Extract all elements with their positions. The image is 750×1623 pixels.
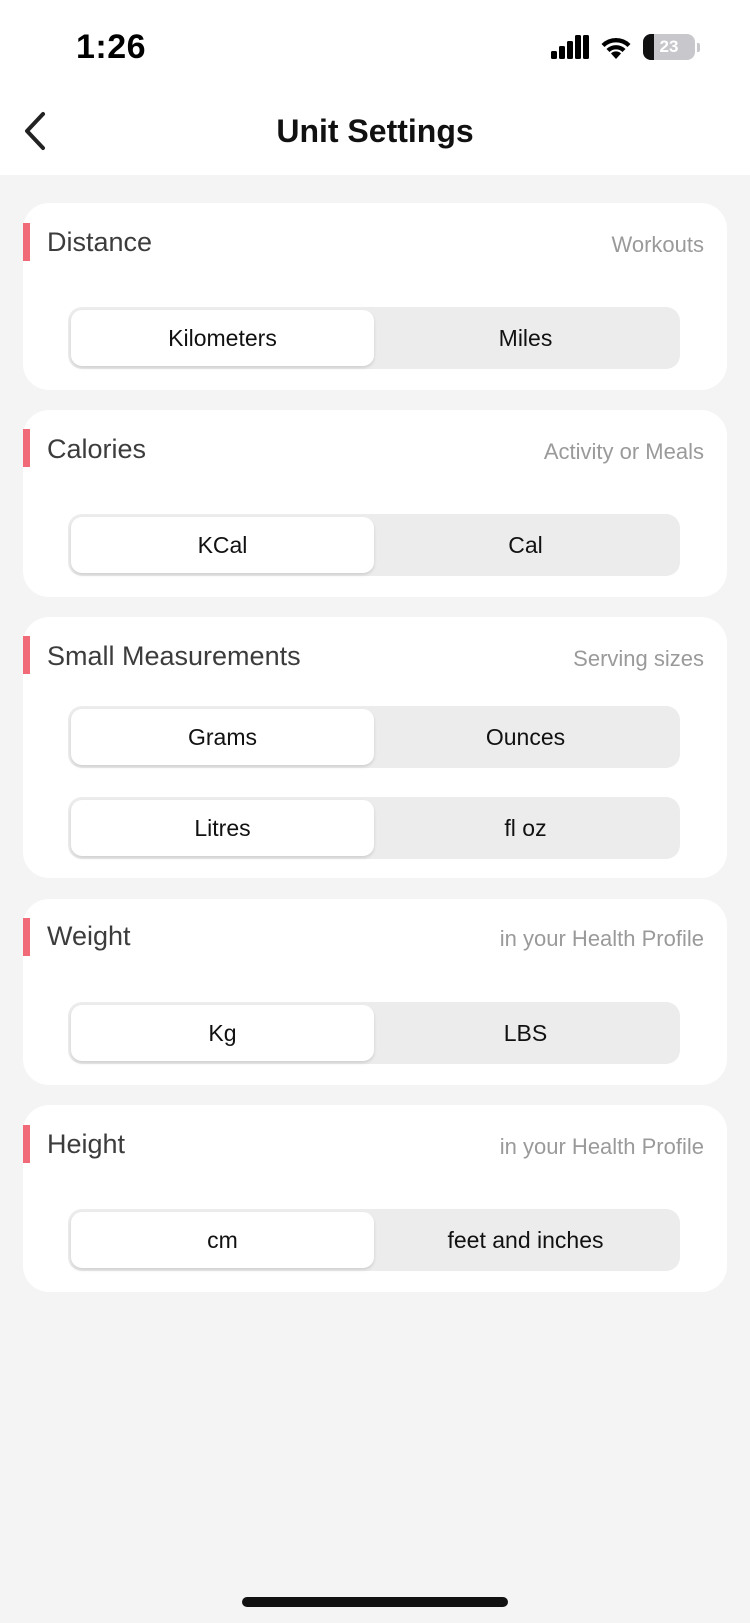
cellular-signal-icon — [551, 35, 589, 59]
section-subtitle: in your Health Profile — [499, 1134, 704, 1159]
section-accent-bar — [23, 636, 30, 674]
section-title: Small Measurements — [47, 641, 301, 671]
section-subtitle: Activity or Meals — [543, 439, 704, 464]
segment-ounces[interactable]: Ounces — [374, 709, 677, 765]
section-title: Calories — [47, 434, 147, 464]
section-subtitle: in your Health Profile — [499, 926, 704, 951]
weight-small-unit-toggle: Grams Ounces — [68, 706, 680, 768]
segment-grams[interactable]: Grams — [71, 709, 374, 765]
distance-card: Distance Workouts Kilometers Miles — [23, 203, 727, 390]
section-title: Distance — [47, 227, 153, 257]
segment-cm[interactable]: cm — [71, 1212, 374, 1268]
status-time: 1:26 — [76, 28, 147, 66]
header-area: 1:26 23 Unit Settings — [0, 0, 750, 175]
battery-level: 23 — [659, 37, 679, 56]
wifi-icon — [601, 37, 631, 59]
section-accent-bar — [23, 429, 30, 467]
segment-kg[interactable]: Kg — [71, 1005, 374, 1061]
section-subtitle: Workouts — [611, 232, 704, 257]
battery-tip — [697, 42, 700, 52]
calories-card: Calories Activity or Meals KCal Cal — [23, 410, 727, 597]
segment-kilometers[interactable]: Kilometers — [71, 310, 374, 366]
small-measurements-card: Small Measurements Serving sizes Grams O… — [23, 617, 727, 878]
segment-litres[interactable]: Litres — [71, 800, 374, 856]
distance-unit-toggle: Kilometers Miles — [68, 307, 680, 369]
section-accent-bar — [23, 1125, 30, 1163]
unit-settings-screen: 1:26 23 Unit Settings Distance Workouts … — [0, 0, 750, 1623]
volume-unit-toggle: Litres fl oz — [68, 797, 680, 859]
weight-card: Weight in your Health Profile Kg LBS — [23, 899, 727, 1085]
calories-unit-toggle: KCal Cal — [68, 514, 680, 576]
segment-cal[interactable]: Cal — [374, 517, 677, 573]
page-title: Unit Settings — [276, 113, 474, 149]
height-unit-toggle: cm feet and inches — [68, 1209, 680, 1271]
battery-icon: 23 — [643, 34, 695, 60]
section-accent-bar — [23, 223, 30, 261]
section-title: Weight — [47, 921, 131, 951]
section-title: Height — [47, 1129, 126, 1159]
section-subtitle: Serving sizes — [573, 646, 704, 671]
weight-unit-toggle: Kg LBS — [68, 1002, 680, 1064]
segment-lbs[interactable]: LBS — [374, 1005, 677, 1061]
segment-miles[interactable]: Miles — [374, 310, 677, 366]
section-accent-bar — [23, 918, 30, 956]
segment-fl-oz[interactable]: fl oz — [374, 800, 677, 856]
home-indicator[interactable] — [242, 1597, 508, 1607]
status-icons: 23 — [551, 34, 700, 60]
segment-kcal[interactable]: KCal — [71, 517, 374, 573]
segment-feet-and-inches[interactable]: feet and inches — [374, 1212, 677, 1268]
height-card: Height in your Health Profile cm feet an… — [23, 1105, 727, 1292]
